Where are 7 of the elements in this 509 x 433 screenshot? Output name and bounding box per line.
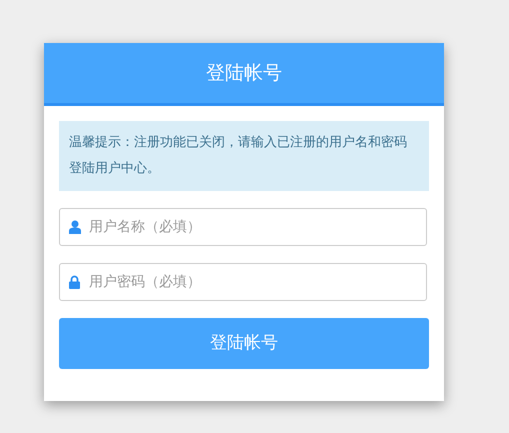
user-icon	[69, 220, 81, 234]
password-field[interactable]: 用户密码（必填）	[59, 263, 427, 301]
notice-alert: 温馨提示：注册功能已关闭，请输入已注册的用户名和密码登陆用户中心。	[59, 121, 429, 191]
lock-icon	[69, 275, 80, 289]
username-field[interactable]: 用户名称（必填）	[59, 208, 427, 246]
login-title: 登陆帐号	[206, 60, 282, 86]
login-button[interactable]: 登陆帐号	[59, 318, 429, 369]
